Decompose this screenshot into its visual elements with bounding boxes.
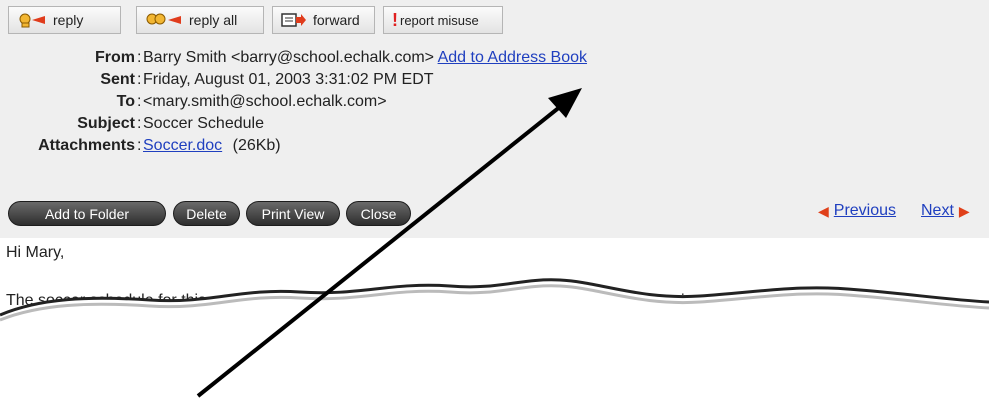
- report-misuse-label: report misuse: [400, 12, 479, 28]
- from-row: From : Barry Smith <barry@school.echalk.…: [0, 47, 989, 69]
- print-view-button[interactable]: Print View: [246, 201, 340, 226]
- left-triangle-icon: ◀: [818, 202, 829, 219]
- add-to-folder-button[interactable]: Add to Folder: [8, 201, 166, 226]
- attachments-separator: :: [137, 137, 142, 154]
- sent-row: Sent : Friday, August 01, 2003 3:31:02 P…: [0, 69, 989, 91]
- subject-value: Soccer Schedule: [143, 115, 264, 132]
- from-label: From: [95, 49, 135, 66]
- forward-button[interactable]: forward: [272, 6, 375, 34]
- previous-link[interactable]: Previous: [834, 202, 896, 220]
- previous-nav[interactable]: ◀ Previous: [818, 202, 896, 220]
- next-nav[interactable]: Next ▶: [921, 202, 970, 220]
- message-header-panel: reply reply all forward ! report misuse …: [0, 0, 989, 238]
- to-label: To: [116, 93, 135, 110]
- attachment-link[interactable]: Soccer.doc: [143, 137, 222, 154]
- forward-icon: [281, 11, 307, 29]
- subject-row: Subject : Soccer Schedule: [0, 113, 989, 135]
- close-button[interactable]: Close: [346, 201, 411, 226]
- reply-button[interactable]: reply: [8, 6, 121, 34]
- from-value: Barry Smith <barry@school.echalk.com>: [143, 49, 435, 66]
- add-to-address-book-link[interactable]: Add to Address Book: [438, 49, 587, 66]
- reply-all-button[interactable]: reply all: [136, 6, 264, 34]
- reply-icon: [17, 11, 47, 29]
- attachment-size: (26Kb): [232, 137, 281, 154]
- reply-all-icon: [145, 11, 183, 29]
- to-value: <mary.smith@school.echalk.com>: [143, 93, 387, 110]
- subject-separator: :: [137, 115, 142, 132]
- attachments-label: Attachments: [38, 137, 135, 154]
- attachments-value-wrap: Soccer.doc (26Kb): [143, 135, 281, 157]
- torn-edge-mask: [0, 278, 989, 401]
- attachments-row: Attachments : Soccer.doc (26Kb): [0, 135, 989, 157]
- report-misuse-button[interactable]: ! report misuse: [383, 6, 503, 34]
- right-triangle-icon: ▶: [958, 202, 970, 219]
- next-link[interactable]: Next: [921, 202, 954, 220]
- sent-label: Sent: [100, 71, 135, 88]
- delete-button[interactable]: Delete: [173, 201, 240, 226]
- from-value-wrap: Barry Smith <barry@school.echalk.com> Ad…: [143, 47, 587, 69]
- to-row: To : <mary.smith@school.echalk.com>: [0, 91, 989, 113]
- reply-all-label: reply all: [189, 12, 238, 28]
- from-separator: :: [137, 49, 142, 66]
- reply-label: reply: [53, 12, 84, 28]
- sent-value: Friday, August 01, 2003 3:31:02 PM EDT: [143, 71, 434, 88]
- subject-label: Subject: [77, 115, 135, 132]
- to-separator: :: [137, 93, 142, 110]
- exclamation-icon: !: [392, 9, 398, 30]
- sent-separator: :: [137, 71, 142, 88]
- forward-label: forward: [313, 12, 360, 28]
